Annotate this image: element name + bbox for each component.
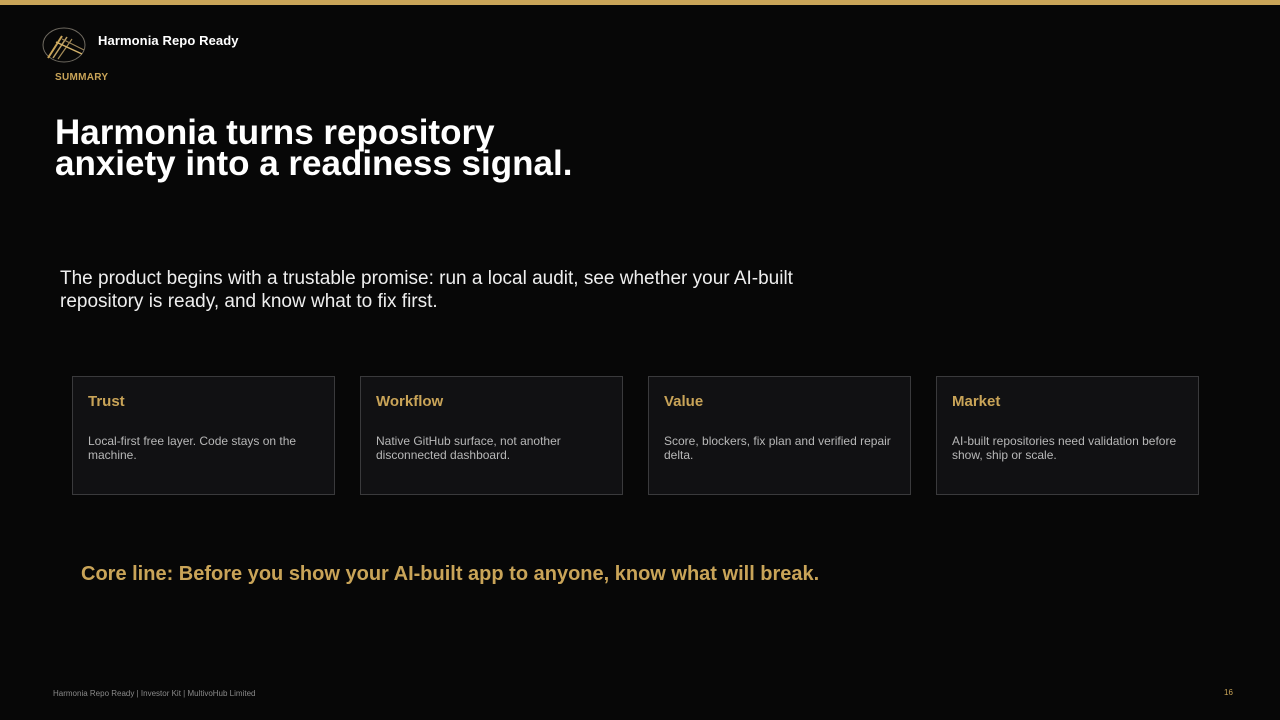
page-number: 16: [1224, 688, 1233, 697]
card-title: Market: [952, 393, 1001, 410]
card-workflow: Workflow Native GitHub surface, not anot…: [360, 376, 623, 495]
card-title: Value: [664, 393, 704, 410]
card-value: Value Score, blockers, fix plan and veri…: [648, 376, 911, 495]
intro-paragraph: The product begins with a trustable prom…: [60, 268, 793, 312]
card-market: Market AI-built repositories need valida…: [936, 376, 1199, 495]
core-line: Core line: Before you show your AI-built…: [81, 563, 820, 585]
harmonia-logo-icon: [42, 26, 88, 64]
page-title: Harmonia turns repository anxiety into a…: [55, 113, 573, 183]
card-trust: Trust Local-first free layer. Code stays…: [72, 376, 335, 495]
accent-top-bar: [0, 0, 1280, 5]
card-body: AI-built repositories need validation be…: [952, 434, 1177, 462]
brand-name: Harmonia Repo Ready: [98, 33, 239, 48]
footer-text: Harmonia Repo Ready | Investor Kit | Mul…: [53, 689, 256, 698]
card-body: Local-first free layer. Code stays on th…: [88, 434, 297, 462]
card-title: Workflow: [376, 393, 444, 410]
card-body: Native GitHub surface, not another disco…: [376, 434, 561, 462]
section-label: SUMMARY: [55, 72, 109, 83]
card-title: Trust: [88, 393, 125, 410]
card-body: Score, blockers, fix plan and verified r…: [664, 434, 891, 462]
